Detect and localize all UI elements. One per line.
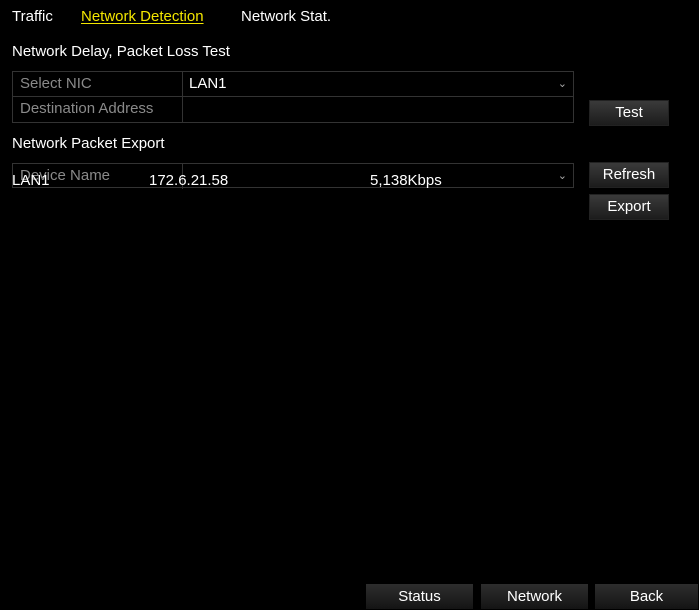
- select-nic-label: Select NIC: [13, 72, 183, 96]
- test-button[interactable]: Test: [589, 100, 669, 126]
- packet-export-form: Device Name ⌄: [12, 163, 574, 189]
- select-nic-row: Select NIC LAN1 ⌄: [13, 72, 573, 97]
- tab-network-detection[interactable]: Network Detection: [81, 8, 204, 26]
- nic-cell: LAN1: [12, 172, 50, 189]
- ip-cell: 172.6.21.58: [149, 172, 229, 189]
- chevron-down-icon: ⌄: [557, 170, 567, 182]
- export-button[interactable]: Export: [589, 194, 669, 220]
- refresh-button[interactable]: Refresh: [589, 162, 669, 188]
- select-nic-value: LAN1: [189, 75, 227, 92]
- delay-test-form: Select NIC LAN1 ⌄ Destination Address: [12, 71, 574, 123]
- destination-address-label: Destination Address: [13, 97, 183, 122]
- destination-address-row: Destination Address: [13, 97, 573, 122]
- back-button[interactable]: Back: [594, 583, 699, 610]
- rate-cell: 5,138Kbps: [370, 172, 442, 189]
- tab-network-stat[interactable]: Network Stat.: [241, 8, 331, 26]
- device-name-row: Device Name ⌄: [13, 164, 573, 189]
- tab-traffic[interactable]: Traffic: [12, 8, 53, 26]
- select-nic-dropdown[interactable]: LAN1 ⌄: [189, 72, 573, 96]
- packet-export-title: Network Packet Export: [12, 135, 165, 152]
- tab-bar: Traffic Network Detection Network Stat.: [0, 0, 699, 32]
- status-button[interactable]: Status: [365, 583, 474, 610]
- network-button[interactable]: Network: [480, 583, 589, 610]
- chevron-down-icon: ⌄: [557, 78, 567, 90]
- delay-test-title: Network Delay, Packet Loss Test: [12, 43, 230, 60]
- destination-address-input[interactable]: [189, 97, 573, 122]
